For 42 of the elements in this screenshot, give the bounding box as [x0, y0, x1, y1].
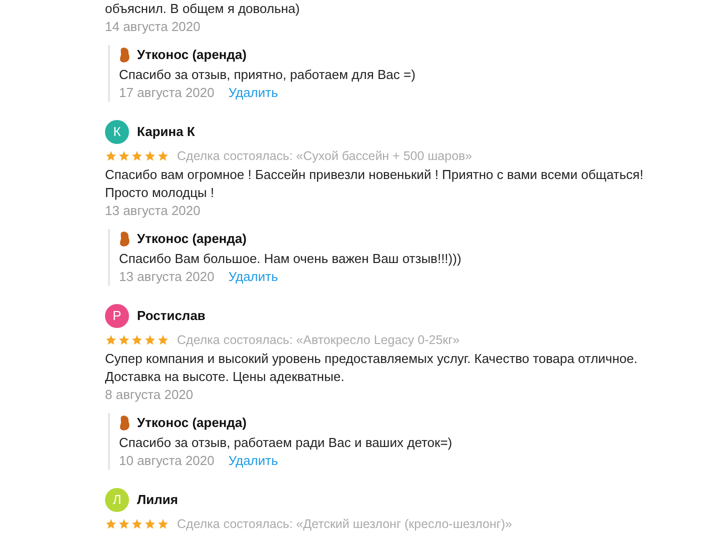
avatar: Л — [105, 488, 129, 512]
star-icon — [131, 150, 143, 162]
star-icon — [131, 518, 143, 530]
star-icon — [105, 150, 117, 162]
star-icon — [157, 334, 169, 346]
avatar: Р — [105, 304, 129, 328]
star-icon — [157, 518, 169, 530]
delete-link[interactable]: Удалить — [228, 452, 278, 470]
star-icon — [118, 150, 130, 162]
reviewer-name: Лилия — [137, 491, 178, 510]
reply-text: Спасибо Вам большое. Нам очень важен Ваш отзыв!!!))) — [119, 250, 462, 268]
reviewer-name: Ростислав — [137, 307, 206, 326]
reply-author: Утконос (аренда) — [137, 414, 247, 432]
delete-link[interactable]: Удалить — [228, 268, 278, 286]
star-icon — [105, 518, 117, 530]
review-text: объяснил. В общем я довольна) — [105, 0, 301, 18]
star-icon — [144, 150, 156, 162]
deal-text: Сделка состоялась: «Сухой бассейн + 500 шаров» — [177, 148, 472, 165]
review-text: Супер компания и высокий уровень предоставляемых услуг. Качество товара отличное. Доставка на высоте. Цены адекватные. — [105, 350, 638, 386]
avatar: К — [105, 120, 129, 144]
reply-text: Спасибо за отзыв, приятно, работаем для Вас =) — [119, 66, 416, 84]
deal-text: Сделка состоялась: «Детский шезлонг (кресло-шезлонг)» — [177, 516, 512, 533]
delete-link[interactable]: Удалить — [228, 84, 278, 102]
star-icon — [105, 334, 117, 346]
star-icon — [118, 518, 130, 530]
reply-text: Спасибо за отзыв, работаем ради Вас и ваших деток=) — [119, 434, 454, 452]
star-icon — [144, 334, 156, 346]
reply-date: 10 августа 2020 — [119, 452, 214, 470]
deal-text: Сделка состоялась: «Автокресло Legacy 0-25кг» — [177, 332, 460, 349]
review-date: 8 августа 2020 — [105, 386, 194, 404]
reply-author: Утконос (аренда) — [137, 46, 247, 64]
reply-date: 13 августа 2020 — [119, 268, 214, 286]
star-icon — [118, 334, 130, 346]
star-icon — [131, 334, 143, 346]
reviewer-name: Карина К — [137, 123, 195, 142]
review-date: 14 августа 2020 — [105, 18, 202, 36]
review-text: Спасибо вам огромное ! Бассейн привезли новенький ! Приятно с вами всеми общаться! Просто молодцы ! — [105, 166, 644, 202]
review-date: 13 августа 2020 — [105, 202, 202, 220]
reply-date: 17 августа 2020 — [119, 84, 214, 102]
reply-author: Утконос (аренда) — [137, 230, 247, 248]
star-icon — [157, 150, 169, 162]
star-icon — [144, 518, 156, 530]
